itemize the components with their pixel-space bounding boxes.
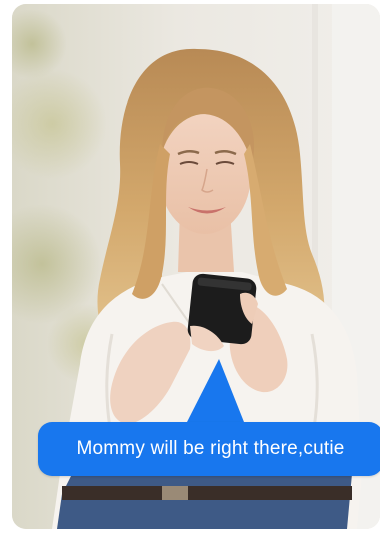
speech-bubble: Mommy will be right there,cutie [38,422,380,476]
jeans [57,474,352,529]
speech-bubble-text: Mommy will be right there,cutie [76,438,345,459]
photo-frame: Mommy will be right there,cutie [12,4,380,529]
